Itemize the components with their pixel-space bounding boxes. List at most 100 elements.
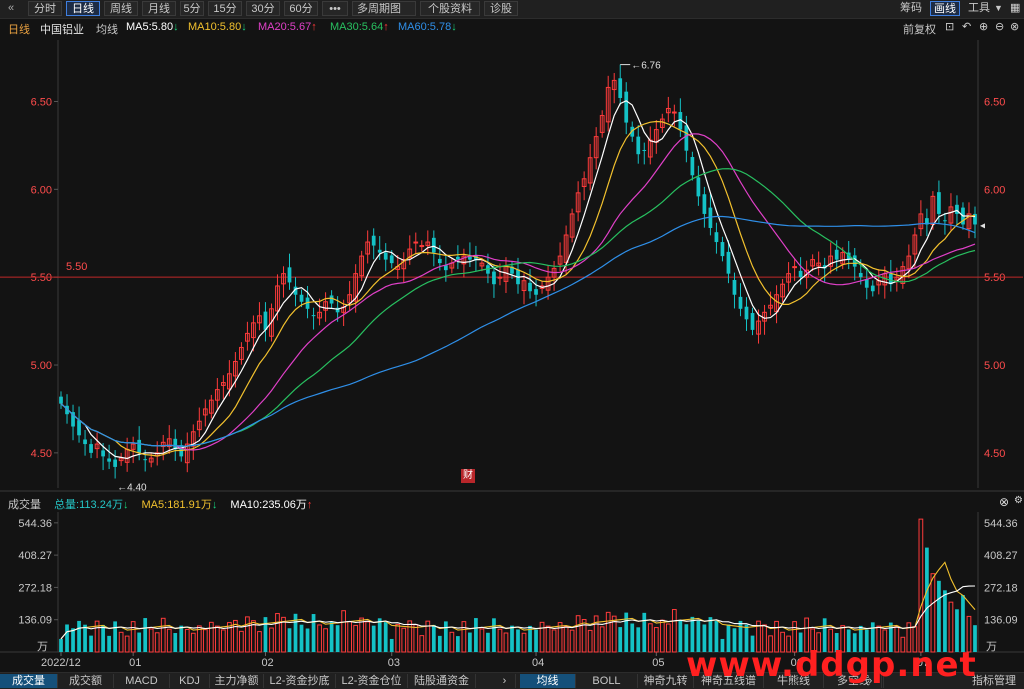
volume-bar-80	[539, 621, 545, 653]
volume-bar-56	[395, 623, 401, 653]
volume-bar-4	[83, 624, 87, 652]
volume-bar-103	[678, 620, 683, 652]
volume-bar-31	[245, 616, 250, 653]
x-tick-label-5: 05	[652, 657, 664, 669]
volume-bar-24	[202, 629, 208, 653]
y-tick-label-right-1: 5.00	[984, 360, 1005, 372]
close-volume-icon[interactable]: ⊗	[999, 495, 1009, 509]
indicator-tab-5[interactable]: L2-资金抄底	[264, 674, 336, 688]
volume-bar-58	[407, 620, 413, 653]
volume-bar-147	[943, 590, 947, 652]
candle-body-14	[143, 459, 148, 461]
x-tick-label-4: 04	[532, 657, 544, 669]
volume-bar-98	[647, 623, 653, 653]
volume-bar-74	[503, 632, 509, 653]
candle-body-107	[702, 194, 707, 214]
volume-bar-50	[359, 617, 365, 653]
volume-total: 总量:113.24万↓	[54, 499, 129, 511]
overlay-tab-0[interactable]: 均线	[520, 674, 576, 688]
volume-bar-42	[311, 614, 316, 652]
volume-bar-93	[618, 627, 623, 652]
volume-bar-21	[184, 628, 190, 653]
volume-bar-47	[341, 610, 346, 653]
volume-bar-49	[353, 624, 359, 653]
candle-body-4	[83, 439, 87, 445]
indicator-tab-2[interactable]: MACD	[114, 674, 170, 688]
x-tick-label-1: 01	[129, 657, 141, 669]
volume-bar-95	[630, 623, 635, 652]
candle-body-7	[101, 450, 105, 457]
volume-bar-65	[449, 631, 455, 653]
candle-body-52	[371, 235, 376, 246]
kline-chart[interactable]: 4.50 4.50 5.00 5.00 5.50 5.50 6.00 6.00 6.50 6.50…	[0, 0, 1024, 688]
y-tick-label-left-2: 5.50	[31, 272, 52, 284]
volume-bar-99	[653, 627, 659, 653]
volume-bar-5	[89, 635, 93, 652]
volume-bar-143	[918, 518, 924, 653]
candle-body-111	[726, 251, 731, 274]
x-tick-label-3: 03	[388, 657, 400, 669]
indicator-tab-6[interactable]: L2-资金仓位	[336, 674, 408, 688]
y-tick-label-right-2: 5.50	[984, 272, 1005, 284]
indicator-tab-0[interactable]: 成交量	[0, 674, 58, 688]
volume-bar-146	[937, 580, 941, 652]
candle-body-93	[618, 78, 623, 98]
watermark: www.ddgp.net	[686, 645, 977, 685]
volume-bar-64	[443, 621, 448, 652]
volume-bar-26	[214, 625, 220, 653]
indicator-tab-1[interactable]: 成交额	[58, 674, 114, 688]
indicator-tab-3[interactable]: KDJ	[170, 674, 210, 688]
volume-bar-86	[575, 615, 581, 653]
y-tick-label-left-1: 5.00	[31, 360, 52, 372]
candle-body-62	[431, 237, 436, 253]
vol-tick-left-2: 408.27	[18, 550, 52, 562]
candle-body-73	[497, 276, 503, 279]
vol-tick-right-3: 544.36	[984, 518, 1018, 530]
volume-bar-83	[557, 622, 563, 653]
volume-ma10: MA10:235.06万↑	[230, 499, 313, 511]
volume-bar-150	[961, 595, 965, 652]
candle-body-115	[750, 313, 755, 330]
candle-body-133	[858, 272, 863, 278]
candle-body-5	[89, 444, 93, 453]
volume-bar-70	[479, 628, 485, 653]
volume-bar-30	[239, 630, 244, 653]
volume-bar-57	[401, 627, 407, 653]
volume-bar-66	[456, 636, 460, 652]
volume-bar-67	[461, 621, 467, 653]
overlay-tab-1[interactable]: BOLL	[576, 674, 638, 688]
volume-bar-2	[71, 628, 75, 652]
candle-body-78	[528, 282, 532, 292]
candle-body-13	[137, 439, 142, 453]
volume-bar-38	[287, 628, 292, 652]
volume-bar-68	[468, 632, 472, 652]
indicator-tab-4[interactable]: 主力净额	[210, 674, 264, 688]
volume-bar-40	[299, 624, 304, 652]
tab-scroll-right-icon[interactable]: ›	[494, 674, 516, 688]
candle-body-72	[492, 271, 496, 285]
vol-tick-right-1: 272.18	[984, 582, 1018, 594]
volume-bar-100	[659, 619, 665, 653]
volume-bar-14	[143, 618, 148, 652]
volume-bar-81	[545, 625, 551, 653]
volume-bar-35	[269, 627, 274, 653]
settings-icon[interactable]: ⚙	[1014, 495, 1023, 506]
candle-body-0	[59, 396, 63, 404]
ma30-line	[60, 168, 976, 447]
volume-bar-145	[930, 573, 936, 653]
candle-body-149	[955, 204, 959, 214]
indicator-tab-7[interactable]: 陆股通资金	[408, 674, 476, 688]
candle-body-105	[690, 157, 695, 176]
reference-line-label: 5.50	[66, 261, 87, 273]
volume-bar-97	[642, 612, 647, 652]
financial-report-badge[interactable]: 财	[461, 469, 475, 483]
candle-body-3	[77, 420, 81, 436]
volume-bar-20	[179, 625, 184, 652]
candle-body-63	[437, 258, 442, 264]
candle-body-147	[943, 220, 947, 222]
candle-body-134	[864, 279, 869, 288]
candle-body-102	[671, 111, 677, 114]
volume-bar-59	[413, 624, 419, 653]
volume-bar-15	[148, 628, 154, 653]
high-annotation: ←6.76	[631, 61, 661, 72]
